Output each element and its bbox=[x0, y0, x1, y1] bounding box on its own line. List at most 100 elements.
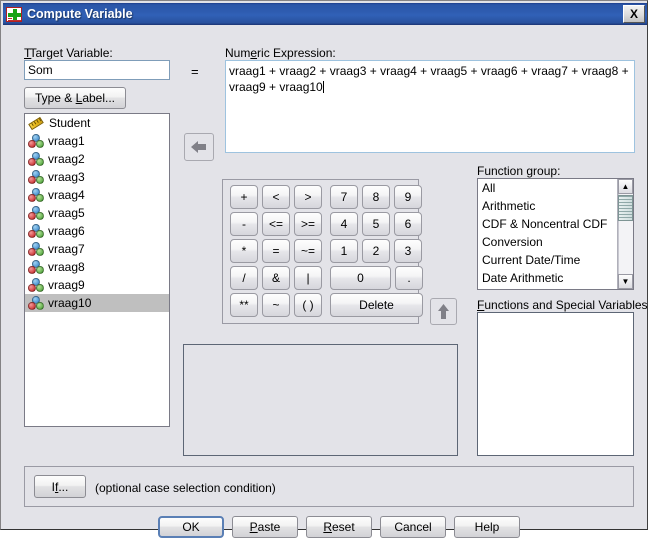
keypad-button[interactable]: 8 bbox=[362, 185, 390, 209]
variable-name: vraag10 bbox=[48, 296, 92, 310]
arrow-left-icon[interactable] bbox=[184, 133, 214, 161]
arrow-left-glyph bbox=[191, 141, 206, 153]
variable-name: vraag6 bbox=[48, 224, 85, 238]
target-variable-label: TTarget Variable: bbox=[24, 46, 113, 60]
keypad-button[interactable]: 5 bbox=[362, 212, 390, 236]
list-item[interactable]: vraag7 bbox=[25, 240, 169, 258]
list-item[interactable]: vraag2 bbox=[25, 150, 169, 168]
arrow-up-glyph bbox=[438, 304, 449, 319]
list-item[interactable]: Student bbox=[25, 114, 169, 132]
functions-special-variables-list[interactable] bbox=[477, 312, 634, 456]
keypad-button[interactable]: ( ) bbox=[294, 293, 322, 317]
arrow-up-icon[interactable] bbox=[430, 298, 457, 325]
list-item[interactable]: vraag4 bbox=[25, 186, 169, 204]
keypad-button[interactable]: - bbox=[230, 212, 258, 236]
keypad-button[interactable]: ~= bbox=[294, 239, 322, 263]
nominal-icon bbox=[28, 295, 44, 311]
nominal-icon bbox=[28, 205, 44, 221]
keypad-button[interactable]: . bbox=[395, 266, 423, 290]
nominal-icon bbox=[28, 241, 44, 257]
function-group-item[interactable]: Current Date/Time bbox=[478, 251, 619, 269]
variable-name: vraag9 bbox=[48, 278, 85, 292]
paste-button[interactable]: Paste bbox=[232, 516, 298, 538]
keypad-button[interactable]: >= bbox=[294, 212, 322, 236]
keypad-button[interactable]: ~ bbox=[262, 293, 290, 317]
keypad-button[interactable]: + bbox=[230, 185, 258, 209]
compute-variable-dialog: Compute Variable X TTarget Variable: = T… bbox=[0, 0, 648, 538]
keypad-button[interactable]: Delete bbox=[330, 293, 423, 317]
function-group-item[interactable]: All bbox=[478, 179, 619, 197]
nominal-icon bbox=[28, 187, 44, 203]
button-label: Reset bbox=[323, 520, 355, 534]
functions-special-variables-label-text: Functions and Special Variables: bbox=[477, 298, 648, 312]
list-item[interactable]: vraag1 bbox=[25, 132, 169, 150]
help-button[interactable]: Help bbox=[454, 516, 520, 538]
function-group-item[interactable]: CDF & Noncentral CDF bbox=[478, 215, 619, 233]
numeric-expression-label-text: Numeric Expression: bbox=[225, 46, 336, 60]
type-label-button[interactable]: Type & Label... bbox=[24, 87, 126, 109]
keypad-button[interactable]: <= bbox=[262, 212, 290, 236]
button-label: Help bbox=[474, 520, 500, 534]
button-label: Paste bbox=[249, 520, 281, 534]
keypad-button[interactable]: & bbox=[262, 266, 290, 290]
variable-list[interactable]: Student vraag1 vraag2 vraag3 vraag4 vraag5 vra… bbox=[24, 113, 170, 427]
variable-name: vraag3 bbox=[48, 170, 85, 184]
ok-button[interactable]: OK bbox=[158, 516, 224, 538]
list-item[interactable]: vraag6 bbox=[25, 222, 169, 240]
target-variable-label-text: Target Variable: bbox=[29, 46, 113, 60]
keypad-button[interactable]: 1 bbox=[330, 239, 358, 263]
equals-sign: = bbox=[191, 64, 199, 79]
variable-name: vraag2 bbox=[48, 152, 85, 166]
keypad-button[interactable]: 4 bbox=[330, 212, 358, 236]
variable-name: vraag4 bbox=[48, 188, 85, 202]
function-group-item[interactable]: Date Arithmetic bbox=[478, 269, 619, 287]
cancel-button[interactable]: Cancel bbox=[380, 516, 446, 538]
function-group-item[interactable]: Arithmetic bbox=[478, 197, 619, 215]
keypad-button[interactable]: 3 bbox=[394, 239, 422, 263]
type-label-button-text: Type & Label... bbox=[34, 91, 116, 105]
variable-name: vraag1 bbox=[48, 134, 85, 148]
scroll-down-icon[interactable]: ▼ bbox=[618, 274, 633, 289]
function-group-scrollbar[interactable]: ▲ ▼ bbox=[617, 179, 633, 289]
keypad-button[interactable]: * bbox=[230, 239, 258, 263]
keypad-button[interactable]: = bbox=[262, 239, 290, 263]
list-item[interactable]: vraag3 bbox=[25, 168, 169, 186]
keypad-button[interactable]: 6 bbox=[394, 212, 422, 236]
numeric-expression-label: Numeric Expression: bbox=[225, 46, 336, 60]
title-bar: Compute Variable X bbox=[3, 3, 647, 25]
keypad-button[interactable]: 9 bbox=[394, 185, 422, 209]
keypad-button[interactable]: 2 bbox=[362, 239, 390, 263]
scroll-up-icon[interactable]: ▲ bbox=[618, 179, 633, 194]
scale-ruler-icon bbox=[28, 116, 44, 130]
keypad-button[interactable]: ** bbox=[230, 293, 258, 317]
nominal-icon bbox=[28, 151, 44, 167]
list-item[interactable]: vraag9 bbox=[25, 276, 169, 294]
calculator-keypad-panel: + < >7 8 9 - <= >= 4 5 6 * = ~= 1 2 3 /& | 0. ** ~( ) Delete bbox=[222, 179, 423, 324]
button-label: Cancel bbox=[394, 520, 432, 534]
target-variable-input[interactable] bbox=[24, 60, 170, 80]
nominal-icon bbox=[28, 169, 44, 185]
text-caret bbox=[322, 81, 324, 93]
functions-special-variables-label: Functions and Special Variables: bbox=[477, 298, 648, 312]
keypad-button[interactable]: < bbox=[262, 185, 290, 209]
keypad-button[interactable]: 7 bbox=[330, 185, 358, 209]
function-group-list[interactable]: All Arithmetic CDF & Noncentral CDF Convers… bbox=[477, 178, 634, 290]
numeric-expression-input[interactable]: vraag1 + vraag2 + vraag3 + vraag4 + vraa… bbox=[225, 60, 635, 153]
reset-button[interactable]: Reset bbox=[306, 516, 372, 538]
list-item[interactable]: vraag10 bbox=[25, 294, 169, 312]
nominal-icon bbox=[28, 133, 44, 149]
if-button[interactable]: If... bbox=[34, 475, 86, 498]
numeric-expression-text: vraag1 + vraag2 + vraag3 + vraag4 + vraa… bbox=[229, 64, 632, 94]
function-group-item[interactable]: Conversion bbox=[478, 233, 619, 251]
close-icon[interactable]: X bbox=[623, 5, 645, 23]
list-item[interactable]: vraag8 bbox=[25, 258, 169, 276]
keypad-button[interactable]: | bbox=[294, 266, 322, 290]
keypad-button[interactable]: 0 bbox=[330, 266, 391, 290]
scrollbar-thumb[interactable] bbox=[618, 195, 633, 221]
keypad-button[interactable]: > bbox=[294, 185, 322, 209]
dialog-body: TTarget Variable: = Type & Label... Stud… bbox=[3, 26, 648, 538]
keypad-button[interactable]: / bbox=[230, 266, 258, 290]
nominal-icon bbox=[28, 277, 44, 293]
list-item[interactable]: vraag5 bbox=[25, 204, 169, 222]
compute-variable-icon bbox=[6, 6, 22, 22]
